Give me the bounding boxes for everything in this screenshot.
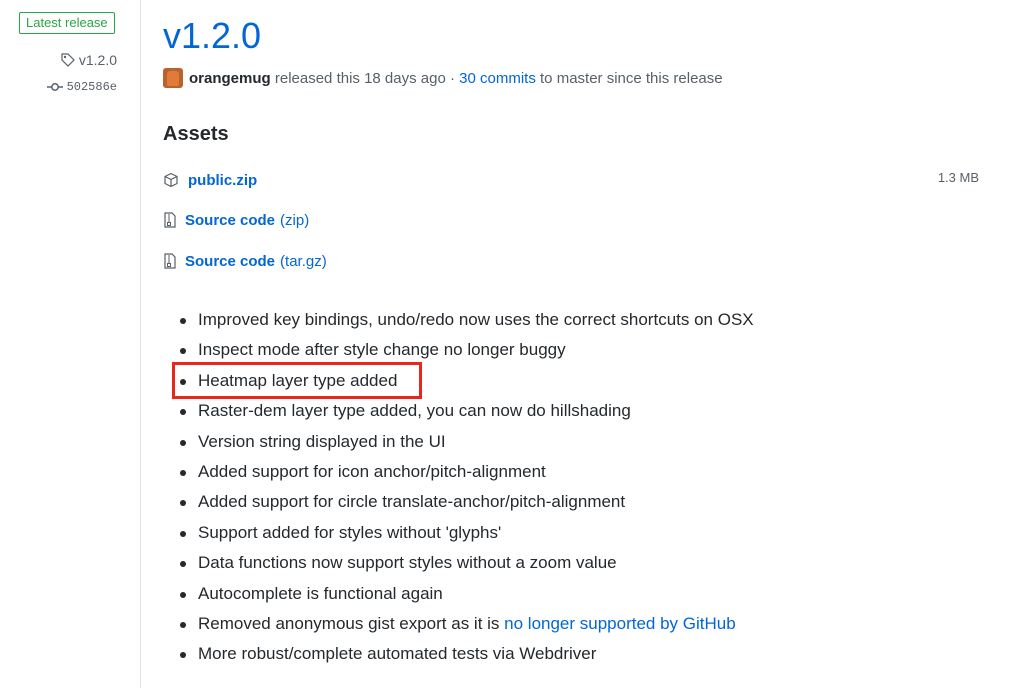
asset-name[interactable]: Source code xyxy=(185,212,275,229)
commit-link[interactable]: 502586e xyxy=(46,80,117,94)
tag-link[interactable]: v1.2.0 xyxy=(61,52,117,68)
list-item: Added support for icon anchor/pitch-alig… xyxy=(178,457,754,487)
highlight-annotation-box xyxy=(172,362,422,399)
latest-release-badge: Latest release xyxy=(19,12,115,34)
released-text: released this 18 days ago · xyxy=(274,69,455,87)
list-item: Support added for styles without 'glyphs… xyxy=(178,518,754,548)
commits-suffix: to master since this release xyxy=(540,69,723,87)
list-item-text: Removed anonymous gist export as it is xyxy=(198,613,500,633)
list-item: Autocomplete is functional again xyxy=(178,579,754,609)
assets-heading: Assets xyxy=(163,123,229,145)
release-meta: orangemug released this 18 days ago · 30… xyxy=(163,67,723,89)
release-title[interactable]: v1.2.0 xyxy=(163,14,261,58)
list-item: Added support for circle translate-ancho… xyxy=(178,487,754,517)
asset-name[interactable]: public.zip xyxy=(188,172,257,189)
package-icon xyxy=(164,172,178,188)
release-sidebar: Latest release v1.2.0 502586e xyxy=(0,0,141,688)
tag-label: v1.2.0 xyxy=(78,52,117,68)
file-zip-icon xyxy=(164,253,176,269)
commit-hash: 502586e xyxy=(66,80,117,94)
list-item: Improved key bindings, undo/redo now use… xyxy=(178,305,754,335)
avatar[interactable] xyxy=(163,68,183,88)
list-item: More robust/complete automated tests via… xyxy=(178,639,754,669)
asset-name[interactable]: Source code xyxy=(185,253,275,270)
list-item: Data functions now support styles withou… xyxy=(178,548,754,578)
asset-size: 1.3 MB xyxy=(937,170,979,185)
list-item: Removed anonymous gist export as it is n… xyxy=(178,609,754,639)
list-item: Raster-dem layer type added, you can now… xyxy=(178,396,754,426)
release-notes-list: Improved key bindings, undo/redo now use… xyxy=(178,305,754,670)
list-item: Version string displayed in the UI xyxy=(178,427,754,457)
commit-icon xyxy=(46,83,63,91)
asset-public-zip[interactable]: public.zip xyxy=(163,169,257,191)
author-link[interactable]: orangemug xyxy=(189,70,271,87)
github-support-link[interactable]: no longer supported by GitHub xyxy=(504,614,736,633)
commits-link[interactable]: 30 commits xyxy=(459,70,536,87)
asset-source-zip[interactable]: Source code (zip) xyxy=(163,209,309,231)
tag-icon xyxy=(61,53,75,67)
asset-ext[interactable]: (zip) xyxy=(280,212,309,229)
asset-ext[interactable]: (tar.gz) xyxy=(280,253,327,270)
file-zip-icon xyxy=(164,212,176,228)
asset-source-targz[interactable]: Source code (tar.gz) xyxy=(163,250,327,272)
